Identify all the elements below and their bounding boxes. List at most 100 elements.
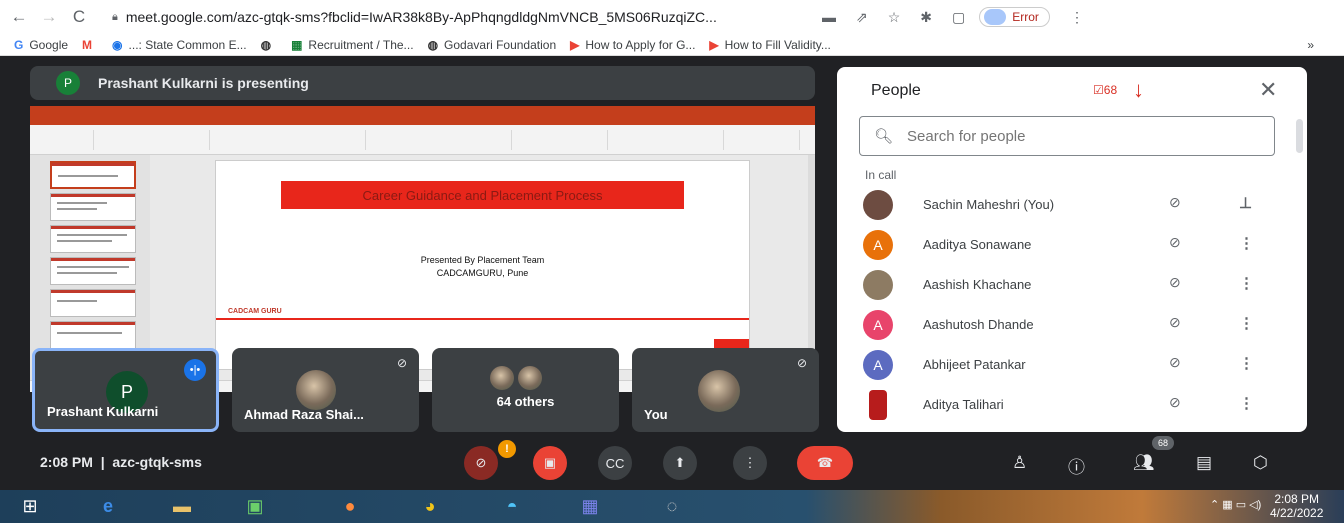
slide-subtitle-2: CADCAMGURU, Pune xyxy=(436,268,529,278)
hangup-icon: ☎ xyxy=(816,455,834,470)
participant-avatar xyxy=(863,190,893,220)
windows-start-icon[interactable]: ⊞ xyxy=(10,493,50,520)
bookmark-label: How to Apply for G... xyxy=(585,37,696,52)
mic-off-icon: ⊘ xyxy=(475,455,487,470)
captions-button[interactable]: CC xyxy=(598,446,632,480)
slide-thumbnail xyxy=(50,225,136,253)
profile-error-button[interactable]: Error xyxy=(979,7,1050,27)
people-icon[interactable]: 👥︎ xyxy=(1133,453,1155,473)
participant-count-badge: ☑68 xyxy=(1093,83,1118,97)
info-icon[interactable]: ⓘ xyxy=(1068,453,1085,478)
slide-title: Career Guidance and Placement Process xyxy=(281,181,684,209)
participant-photo xyxy=(490,366,514,390)
system-tray[interactable]: ⌃ ▦ ▭ ◁) xyxy=(1210,498,1261,511)
mic-button[interactable]: ⊘ xyxy=(464,446,498,480)
others-tile[interactable]: 64 others xyxy=(432,348,619,432)
activities-icon[interactable]: ⬡ xyxy=(1253,453,1268,473)
tab-search-icon[interactable]: ▢ xyxy=(952,9,965,26)
bookmark-validity[interactable]: ▶ How to Fill Validity... xyxy=(709,38,830,52)
mic-warning-badge: ! xyxy=(498,440,516,458)
participant-row[interactable]: A Abhijeet Patankar ⊘ ⋮ xyxy=(837,345,1307,385)
search-icon: 🔍︎ xyxy=(874,128,894,145)
chat-icon[interactable]: ▤ xyxy=(1196,453,1212,473)
bookmark-recruitment[interactable]: ▦ Recruitment / The... xyxy=(291,38,414,52)
app-icon[interactable]: ◌ xyxy=(652,493,692,520)
chrome-icon[interactable]: ◕ xyxy=(410,493,450,520)
camera-icon[interactable]: ▬ xyxy=(822,9,836,25)
bookmarks-bar: G Google M ◉...: State Common E... ◍ ▦ Rec… xyxy=(0,34,1344,56)
file-explorer-icon[interactable]: ▬ xyxy=(162,493,202,520)
participant-row[interactable]: A Aashutosh Dhande ⊘ ⋮ xyxy=(837,305,1307,345)
more-bookmarks-icon[interactable]: » xyxy=(1307,38,1314,52)
leave-call-button[interactable]: ☎ xyxy=(797,446,853,480)
extensions-icon[interactable]: ✱ xyxy=(920,9,932,26)
close-icon[interactable]: ✕ xyxy=(1259,77,1277,103)
more-options-icon[interactable]: ⋮ xyxy=(1239,274,1254,292)
lock-icon: 🔒︎ xyxy=(112,10,118,23)
share-icon[interactable]: ⇗ xyxy=(856,9,868,26)
people-search[interactable]: 🔍︎ xyxy=(859,116,1275,156)
host-controls-icon[interactable]: ♙ xyxy=(1012,453,1027,473)
meet-stage: P Prashant Kulkarni is presenting Career… xyxy=(0,56,1344,490)
camera-button[interactable]: ▣ xyxy=(533,446,567,480)
bookmark-globe[interactable]: ◍ xyxy=(261,38,277,52)
present-button[interactable]: ⬆ xyxy=(663,446,697,480)
forward-icon[interactable]: → xyxy=(38,7,60,27)
participant-row[interactable]: Sachin Maheshri (You) ⊘ ⊥ xyxy=(837,185,1307,225)
profile-avatar xyxy=(984,9,1007,25)
participant-tile-presenter[interactable]: P •|• Prashant Kulkarni xyxy=(32,348,219,432)
participant-row[interactable]: Aashish Khachane ⊘ ⋮ xyxy=(837,265,1307,305)
bookmark-label: How to Fill Validity... xyxy=(724,37,831,52)
muted-mic-icon: ⊘ xyxy=(1169,194,1181,210)
more-options-icon[interactable]: ⋮ xyxy=(1239,354,1254,372)
in-call-heading: In call xyxy=(865,168,897,182)
more-options-icon[interactable]: ⋮ xyxy=(1239,234,1254,252)
muted-mic-icon: ⊘ xyxy=(1169,394,1181,410)
search-input[interactable] xyxy=(907,127,1238,145)
slide-thumbnails xyxy=(30,155,150,380)
ie-icon[interactable]: e xyxy=(88,493,128,520)
address-bar[interactable]: 🔒︎ meet.google.com/azc-gtqk-sms?fbclid=I… xyxy=(112,9,802,25)
participant-count: 68 xyxy=(1103,83,1118,97)
taskbar-clock[interactable]: 2:08 PM 4/22/2022 xyxy=(1270,492,1323,520)
bookmark-gmail[interactable]: M xyxy=(82,38,98,52)
self-tile[interactable]: ⊘ You xyxy=(632,348,819,432)
slide-scrollbar[interactable] xyxy=(808,155,815,380)
more-options-icon[interactable]: ⋮ xyxy=(1239,394,1254,412)
muted-mic-icon: ⊘ xyxy=(1169,314,1181,330)
teams-icon[interactable]: ▦ xyxy=(570,493,610,520)
star-icon[interactable]: ☆ xyxy=(888,9,901,26)
participant-row[interactable]: Aditya Talihari ⊘ ⋮ xyxy=(837,385,1307,425)
panel-scrollbar[interactable] xyxy=(1296,119,1303,153)
more-options-icon[interactable]: ⋮ xyxy=(1239,314,1254,332)
firefox-icon[interactable]: ● xyxy=(330,493,370,520)
slide-thumbnail xyxy=(50,257,136,285)
pin-icon[interactable]: ⊥ xyxy=(1239,194,1252,212)
edge-icon[interactable]: ◓ xyxy=(492,493,532,520)
presenting-text: Prashant Kulkarni is presenting xyxy=(98,75,309,91)
bookmark-godavari[interactable]: ◍ Godavari Foundation xyxy=(428,38,557,52)
meeting-info: 2:08 PM | azc-gtqk-sms xyxy=(40,454,202,470)
speaking-indicator-icon: •|• xyxy=(184,359,206,381)
participant-name: Sachin Maheshri (You) xyxy=(923,197,1055,212)
participant-name: Ahmad Raza Shai... xyxy=(244,407,364,422)
reload-icon[interactable]: C xyxy=(68,7,90,27)
participant-avatar xyxy=(869,390,887,420)
participant-row[interactable]: A Aaditya Sonawane ⊘ ⋮ xyxy=(837,225,1307,265)
store-icon[interactable]: ▣ xyxy=(235,493,275,520)
menu-icon[interactable]: ⋮ xyxy=(1070,9,1084,26)
participant-tile[interactable]: ⊘ Ahmad Raza Shai... xyxy=(232,348,419,432)
bookmark-google[interactable]: G Google xyxy=(14,38,68,52)
participant-name: Aaditya Sonawane xyxy=(923,237,1032,252)
present-icon: ⬆ xyxy=(674,455,686,470)
url-text: meet.google.com/azc-gtqk-sms?fbclid=IwAR… xyxy=(125,9,717,25)
bookmark-apply[interactable]: ▶ How to Apply for G... xyxy=(570,38,695,52)
people-panel: People ☑68 ↓ ✕ 🔍︎ In call Sachin Maheshr… xyxy=(837,67,1307,432)
bookmark-label: Recruitment / The... xyxy=(308,37,414,52)
bookmark-state-common[interactable]: ◉...: State Common E... xyxy=(112,38,247,52)
participant-name: Aashish Khachane xyxy=(923,277,1032,292)
participant-avatar: A xyxy=(863,350,893,380)
meeting-code: azc-gtqk-sms xyxy=(112,454,202,470)
more-options-button[interactable]: ⋮ xyxy=(733,446,767,480)
back-icon[interactable]: ← xyxy=(8,7,30,27)
